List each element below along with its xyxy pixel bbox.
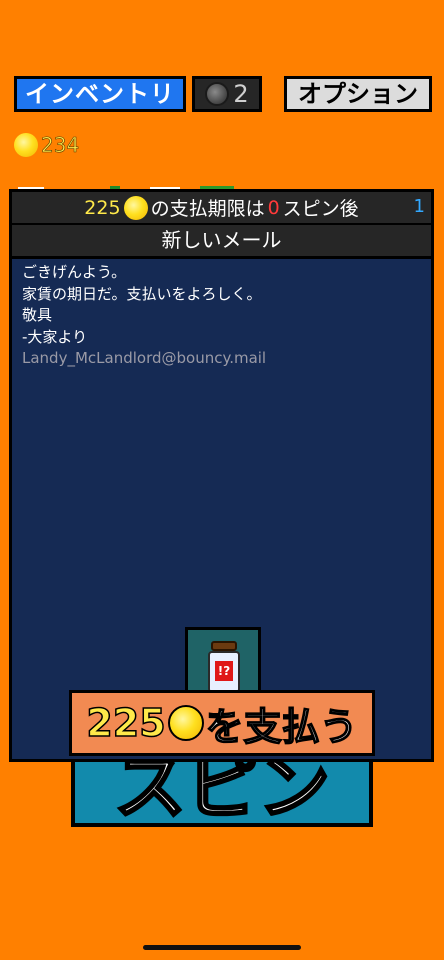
coin-icon bbox=[14, 133, 38, 157]
rent-spins-remaining: 0 bbox=[267, 196, 280, 219]
pay-label: を支払う bbox=[205, 704, 359, 750]
jar-lid bbox=[211, 641, 237, 651]
coin-count: 234 bbox=[41, 133, 80, 158]
rent-due-bar: 225 の支払期限は 0 スピン後 1 bbox=[12, 192, 431, 225]
jar-label: !? bbox=[215, 661, 233, 681]
coin-icon bbox=[167, 705, 204, 741]
reroll-count: 2 bbox=[233, 80, 249, 108]
rent-text-1: の支払期限は bbox=[150, 198, 265, 220]
mail-title: 新しいメール bbox=[12, 225, 431, 259]
rent-amount: 225 bbox=[84, 196, 121, 219]
pay-amount: 225 bbox=[86, 700, 167, 746]
mail-body: ごきげんよう。 家賃の期日だ。支払いをよろしく。 敬具 -大家より Landy_… bbox=[22, 262, 423, 370]
coin-icon bbox=[123, 195, 148, 220]
mail-line: -大家より bbox=[22, 327, 88, 346]
jar-item-icon: !? bbox=[208, 651, 240, 693]
mail-line: 家賃の期日だ。支払いをよろしく。 bbox=[22, 284, 262, 303]
page-number: 1 bbox=[413, 196, 425, 217]
inventory-button[interactable]: インベントリ bbox=[14, 76, 186, 112]
rent-text-2: スピン後 bbox=[282, 198, 359, 220]
rent-due-text: 225 の支払期限は 0 スピン後 bbox=[12, 192, 431, 223]
pay-rent-button[interactable]: 225 を支払う bbox=[69, 690, 375, 756]
coin-counter: 234 bbox=[14, 131, 79, 159]
reroll-token-button[interactable]: 2 bbox=[192, 76, 262, 112]
mail-sender-email: Landy_McLandlord@bouncy.mail bbox=[22, 349, 267, 367]
item-slot: !? bbox=[185, 627, 261, 697]
home-indicator[interactable] bbox=[143, 945, 301, 950]
reroll-token-icon bbox=[205, 82, 230, 106]
mail-line: ごきげんよう。 bbox=[22, 263, 127, 281]
mail-line: 敬具 bbox=[22, 306, 53, 324]
options-button[interactable]: オプション bbox=[284, 76, 432, 112]
